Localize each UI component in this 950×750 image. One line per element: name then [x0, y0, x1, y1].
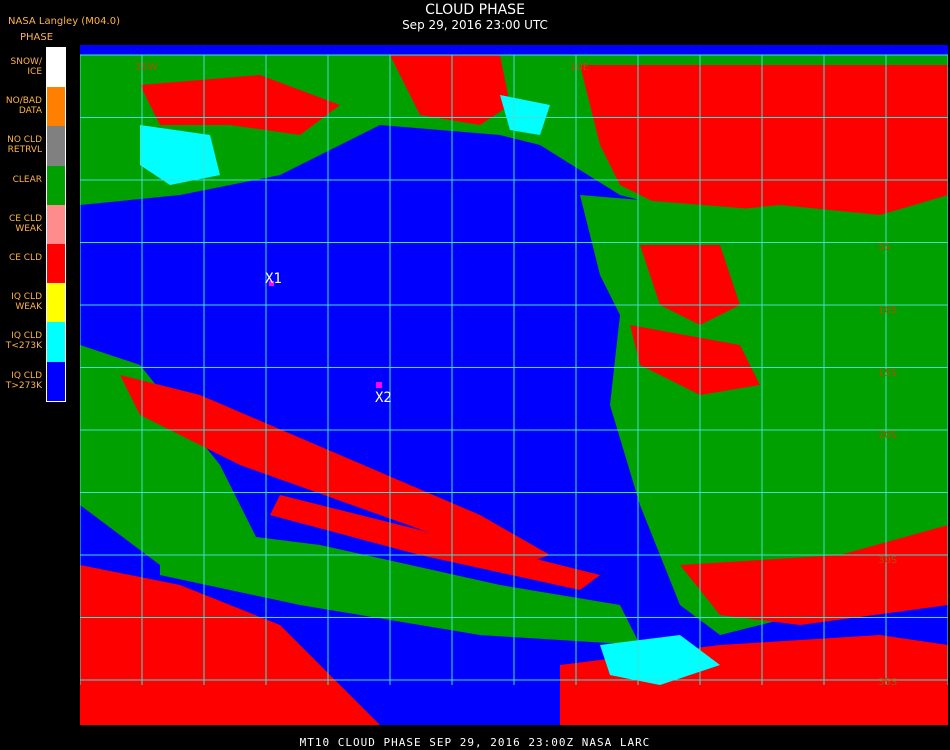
cloud-phase-map: X1 X2 35W 10E 5S 10S 15S 20S 30S 35S — [80, 45, 948, 725]
legend-label: CE CLD — [8, 253, 42, 263]
legend-swatch — [47, 243, 65, 284]
map-title: CLOUD PHASE — [425, 2, 525, 18]
marker-x1-label: X1 — [265, 271, 282, 287]
lat-label-15s: 15S — [878, 368, 897, 379]
lat-label-20s: 20S — [878, 430, 897, 441]
legend-swatch — [47, 283, 65, 323]
lat-label-10s: 10S — [878, 305, 897, 316]
legend-label: IQ CLD T>273K — [5, 370, 42, 391]
map-subtitle: Sep 29, 2016 23:00 UTC — [402, 18, 548, 32]
legend-label: IQ CLD WEAK — [11, 292, 42, 313]
legend-label: CE CLD WEAK — [8, 213, 42, 234]
lon-label-35w: 35W — [135, 62, 158, 73]
region-ice-northeast — [580, 65, 948, 215]
phase-label: PHASE — [20, 32, 54, 43]
legend-label: NO CLD RETRVL — [7, 135, 42, 156]
marker-x2-label: X2 — [375, 390, 392, 406]
legend-swatch — [47, 361, 65, 401]
legend-label: CLEAR — [12, 174, 42, 185]
legend-color-bar — [46, 47, 66, 402]
legend-swatch — [47, 126, 65, 166]
footer-caption: MT10 CLOUD PHASE SEP 29, 2016 23:00Z NAS… — [299, 736, 651, 749]
legend-swatch — [47, 87, 65, 127]
legend-label: IQ CLD T<273K — [5, 331, 42, 352]
legend-swatch — [47, 165, 65, 205]
marker-x2 — [376, 382, 382, 388]
legend-label: SNOW/ICE — [10, 57, 42, 77]
lat-label-30s: 30S — [878, 555, 897, 566]
legend-label: NO/BAD DATA — [5, 96, 42, 117]
lat-label-5s: 5S — [878, 242, 891, 253]
legend-swatch — [47, 204, 65, 244]
legend-swatch — [47, 322, 65, 362]
lat-label-35s: 35S — [878, 677, 897, 688]
legend-swatch — [47, 48, 65, 88]
lon-label-10e: 10E — [570, 62, 589, 73]
